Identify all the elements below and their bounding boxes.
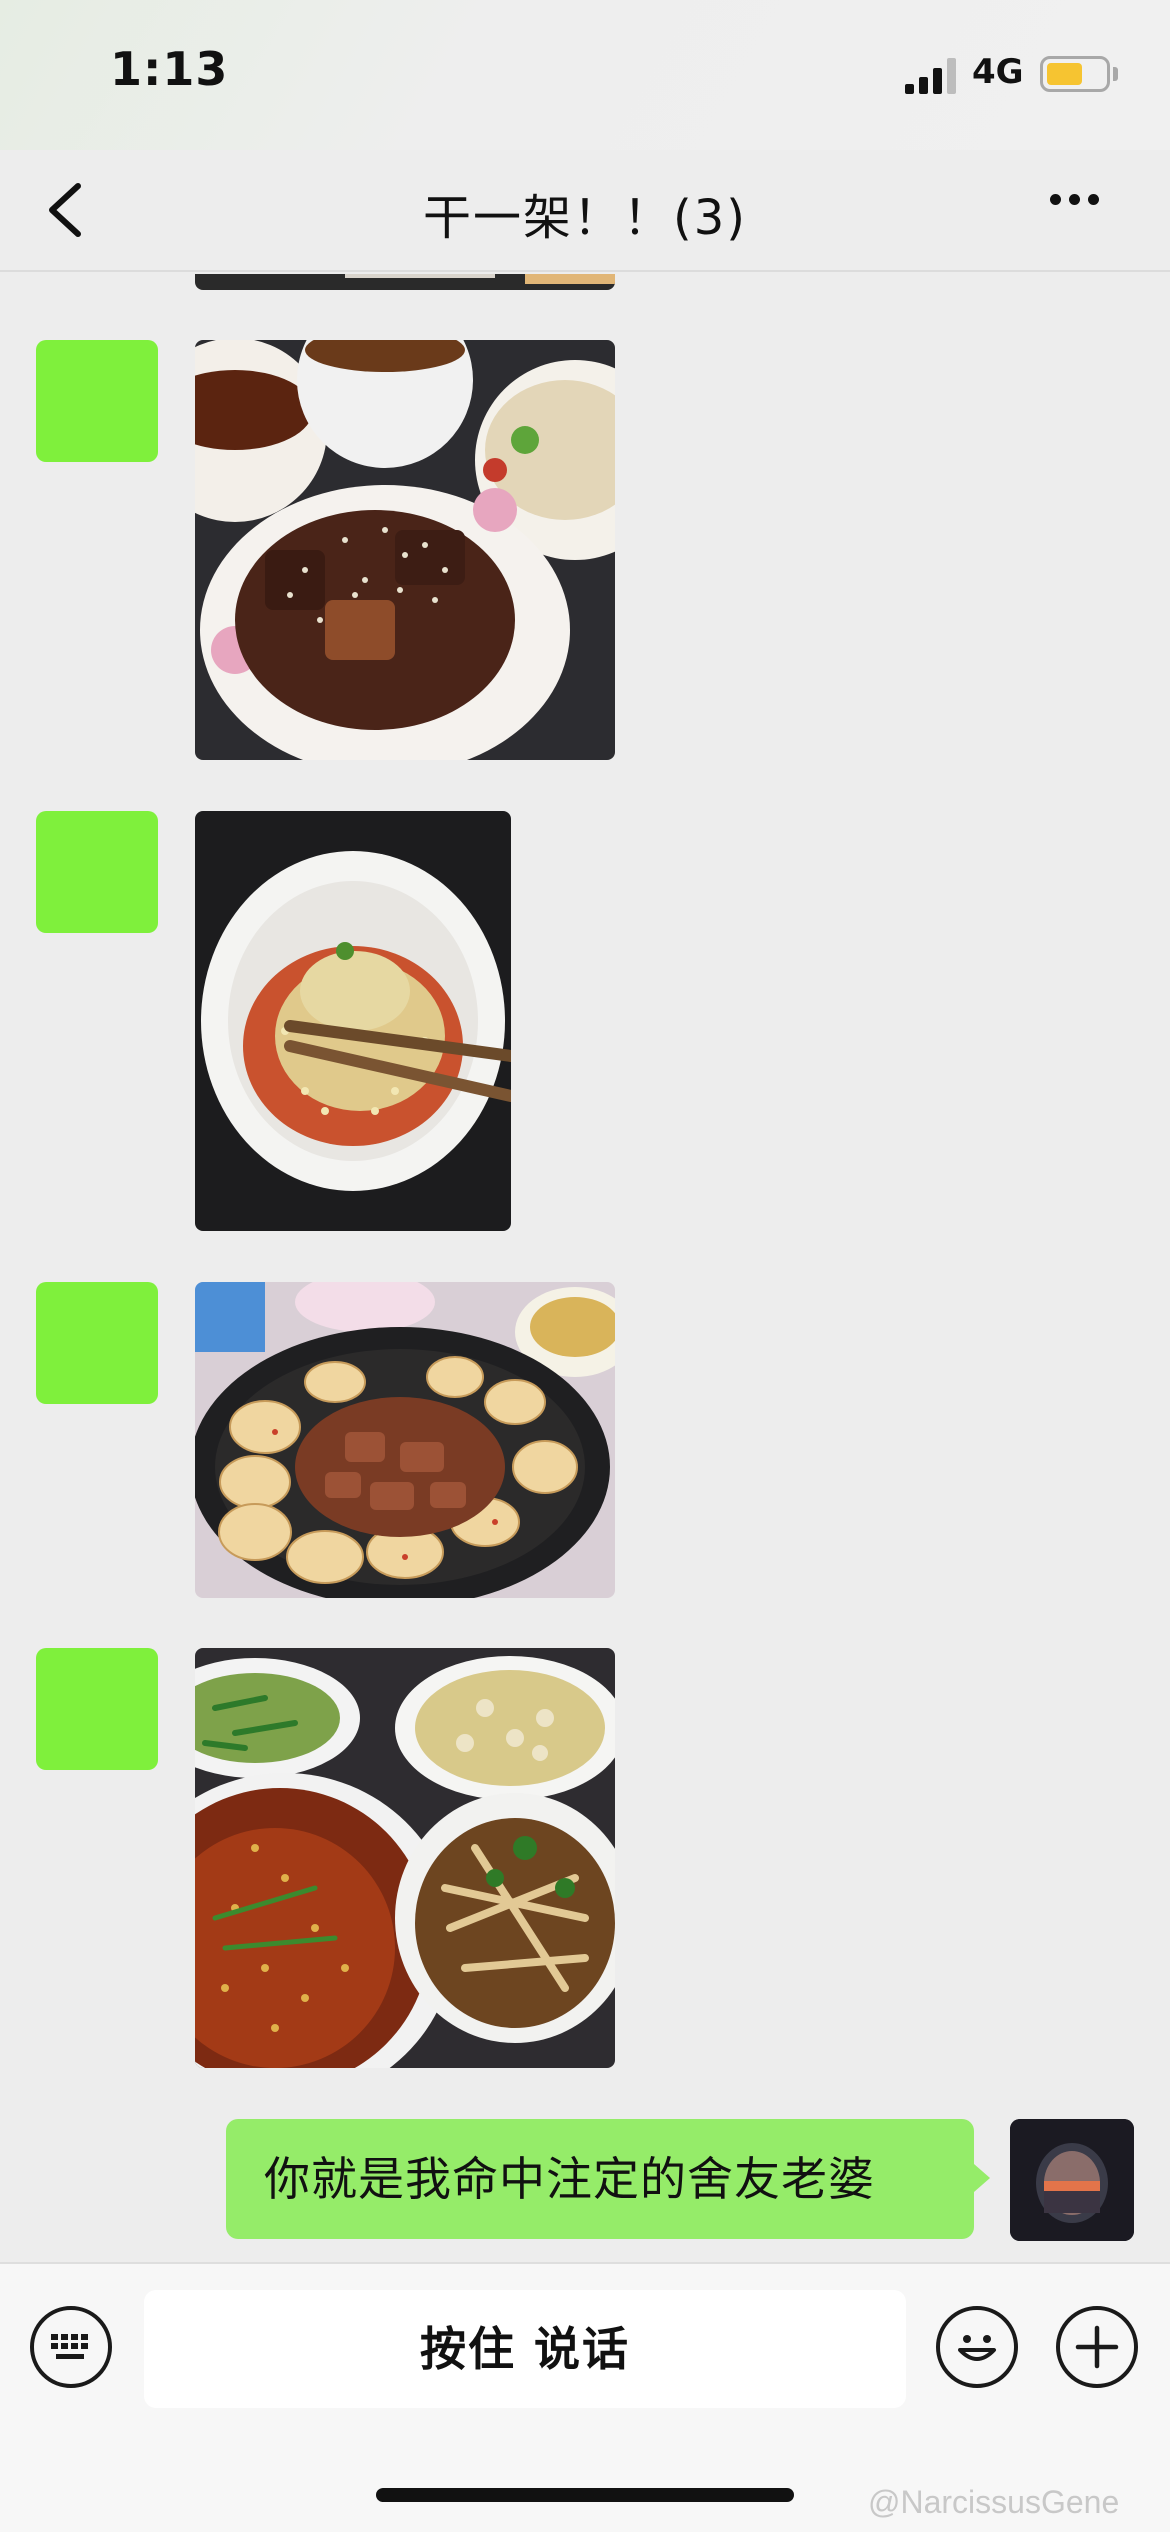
image-message[interactable] [195, 1648, 615, 2068]
message-list[interactable]: 你就是我命中注定的舍友老婆 [0, 274, 1170, 2260]
home-indicator[interactable] [376, 2488, 794, 2502]
status-time: 1:13 [110, 42, 229, 96]
ellipsis-icon[interactable] [1050, 190, 1120, 230]
signal-icon [905, 58, 956, 94]
bubble-tail [974, 2164, 990, 2192]
battery-level [1047, 63, 1082, 85]
my-avatar[interactable] [1010, 2119, 1134, 2241]
image-message[interactable] [195, 811, 511, 1231]
hold-to-talk-button[interactable]: 按住 说话 [144, 2290, 906, 2408]
avatar[interactable] [36, 1648, 158, 1770]
network-type: 4G [972, 52, 1024, 92]
chat-header: 干一架！！(3) [0, 150, 1170, 272]
status-bar: 1:13 4G [0, 0, 1170, 150]
image-message[interactable] [195, 1282, 615, 1598]
battery-tip [1113, 67, 1118, 81]
battery-icon [1040, 56, 1110, 92]
emoji-icon[interactable] [936, 2306, 1018, 2388]
image-message-partial[interactable] [195, 274, 615, 290]
keyboard-icon[interactable] [30, 2306, 112, 2388]
image-message[interactable] [195, 340, 615, 760]
chat-title: 干一架！！(3) [423, 190, 747, 246]
plus-icon[interactable] [1056, 2306, 1138, 2388]
watermark: @NarcissusGene [868, 2484, 1120, 2520]
my-text-message[interactable]: 你就是我命中注定的舍友老婆 [226, 2119, 974, 2239]
avatar[interactable] [36, 1282, 158, 1404]
avatar[interactable] [36, 340, 158, 462]
avatar[interactable] [36, 811, 158, 933]
